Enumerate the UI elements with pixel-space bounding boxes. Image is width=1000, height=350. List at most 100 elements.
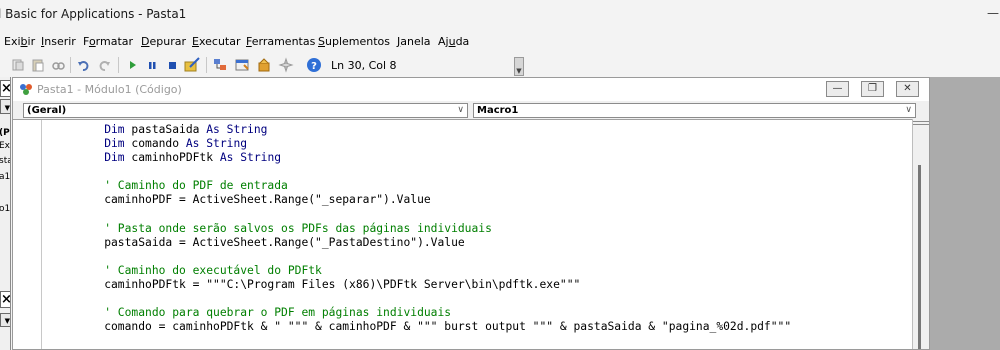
menu-accelerator-key: E: [192, 35, 199, 48]
code-window-title: Pasta1 - Módulo1 (Código): [37, 83, 182, 96]
menu-label-suffix: rmatar: [95, 35, 134, 48]
toolbar-separator: [118, 57, 119, 73]
object-combo[interactable]: (Geral) ∨: [23, 103, 468, 118]
menu-label-suffix: da: [455, 35, 470, 48]
project-node-label[interactable]: Exc: [0, 141, 10, 151]
design-mode-icon[interactable]: [184, 57, 200, 73]
reset-icon[interactable]: [164, 57, 180, 73]
object-combo-value: (Geral): [27, 105, 67, 116]
code-margin-indicator-bar[interactable]: [13, 120, 42, 349]
code-line[interactable]: [77, 292, 791, 306]
menu-accelerator-key: o: [88, 35, 96, 48]
code-window-restore-button[interactable]: ❐: [861, 81, 884, 97]
svg-text:?: ?: [311, 61, 317, 72]
code-window: Pasta1 - Módulo1 (Código) — ❐ ✕ (Geral) …: [12, 77, 930, 350]
help-icon[interactable]: ?: [306, 57, 322, 73]
chevron-down-icon[interactable]: ∨: [457, 104, 464, 117]
code-text: caminhoPDFtk: [131, 151, 220, 165]
panel-dropdown-chevron-icon[interactable]: ▼: [0, 99, 10, 114]
menu-item-executar[interactable]: Executar: [192, 35, 241, 48]
menu-label-suffix: xecutar: [198, 35, 241, 48]
module-icon: [18, 82, 34, 96]
menu-item-ferramentas[interactable]: Ferramentas: [246, 35, 315, 48]
code-line[interactable]: ' Pasta onde serão salvos os PDFs das pá…: [77, 222, 791, 236]
menu-item-exibir[interactable]: Exibir: [4, 35, 35, 48]
code-line[interactable]: pastaSaida = ActiveSheet.Range("_PastaDe…: [77, 236, 791, 250]
title-bar: l Basic for Applications - Pasta1 —: [0, 0, 1000, 30]
menu-item-janela[interactable]: Janela: [397, 35, 431, 48]
object-browser-icon[interactable]: [256, 57, 272, 73]
menu-label-suffix: nserir: [44, 35, 76, 48]
toolbar-separator: [70, 57, 71, 73]
menu-item-ajuda[interactable]: Ajuda: [438, 35, 469, 48]
code-line[interactable]: [77, 334, 791, 348]
code-line[interactable]: comando = caminhoPDFtk & " """ & caminho…: [77, 320, 791, 334]
menu-accelerator-key: b: [20, 35, 28, 48]
code-keyword: As String: [219, 151, 282, 165]
procedure-combo-value: Macro1: [477, 105, 519, 116]
project-node-label[interactable]: (P: [0, 128, 10, 138]
panel-close-button[interactable]: ×: [0, 80, 10, 97]
standard-toolbar: ? Ln 30, Col 8 ▼: [0, 53, 1000, 77]
menu-accelerator-key: S: [318, 35, 325, 48]
toolbar-separator: [206, 57, 207, 73]
run-icon[interactable]: [124, 57, 140, 73]
code-line[interactable]: Dim comando As String: [77, 137, 791, 151]
code-text: pastaSaida = ActiveSheet.Range("_PastaDe…: [77, 235, 465, 249]
project-node-label[interactable]: sta: [0, 156, 10, 166]
redo-icon[interactable]: [96, 57, 112, 73]
code-line[interactable]: ' Caminho do PDF de entrada: [77, 179, 791, 193]
toolbox-icon[interactable]: [278, 57, 294, 73]
menu-item-inserir[interactable]: Inserir: [41, 35, 76, 48]
undo-icon[interactable]: [76, 57, 92, 73]
menu-item-depurar[interactable]: Depurar: [141, 35, 186, 48]
chevron-down-icon[interactable]: ∨: [905, 104, 912, 117]
cut-icon[interactable]: [10, 57, 26, 73]
menu-label-suffix: anela: [400, 35, 431, 48]
code-line[interactable]: [77, 165, 791, 179]
window-minimize-button[interactable]: —: [986, 4, 1000, 24]
scrollbar-thumb[interactable]: [918, 165, 921, 349]
code-text: pastaSaida: [131, 123, 207, 136]
code-keyword: As String: [185, 137, 248, 151]
code-window-close-button[interactable]: ✕: [896, 81, 919, 97]
code-line[interactable]: ' Caminho do executável do PDFtk: [77, 264, 791, 278]
menu-label-suffix: erramentas: [251, 35, 316, 48]
project-explorer-icon[interactable]: [212, 57, 228, 73]
code-text: comando = caminhoPDFtk & " """ & caminho…: [77, 320, 792, 334]
code-comment: ' Executar o comando: [77, 349, 240, 350]
vba-editor-window: l Basic for Applications - Pasta1 — Exib…: [0, 0, 1000, 350]
paste-icon[interactable]: [30, 57, 46, 73]
break-icon[interactable]: [144, 57, 160, 73]
properties-dropdown-chevron-icon[interactable]: ▼: [0, 313, 10, 327]
menu-item-suplementos[interactable]: Suplementos: [318, 35, 390, 48]
menu-label-suffix: ir: [27, 35, 36, 48]
code-line[interactable]: caminhoPDF = ActiveSheet.Range("_separar…: [77, 193, 791, 207]
code-lines[interactable]: Dim pastaSaida As String Dim comando As …: [77, 123, 791, 349]
code-line[interactable]: [77, 208, 791, 222]
window-title: l Basic for Applications - Pasta1: [0, 7, 187, 21]
code-line[interactable]: caminhoPDFtk = """C:\Program Files (x86)…: [77, 278, 791, 292]
split-bar-handle[interactable]: [913, 121, 929, 125]
properties-close-button[interactable]: ×: [0, 291, 10, 308]
menu-item-formatar[interactable]: Formatar: [83, 35, 133, 48]
code-line[interactable]: ' Comando para quebrar o PDF em páginas …: [77, 306, 791, 320]
code-window-minimize-button[interactable]: —: [826, 81, 849, 97]
code-line[interactable]: Dim pastaSaida As String: [77, 123, 791, 137]
code-text: caminhoPDF = ActiveSheet.Range("_separar…: [77, 193, 431, 207]
find-icon[interactable]: [50, 57, 66, 73]
code-text: caminhoPDFtk = """C:\Program Files (x86)…: [77, 278, 581, 292]
code-editor[interactable]: Dim pastaSaida As String Dim comando As …: [13, 119, 913, 349]
code-line[interactable]: ' Executar o comando: [77, 349, 791, 350]
vertical-scrollbar[interactable]: [912, 119, 929, 349]
project-node-label[interactable]: o1: [0, 204, 10, 214]
code-window-title-bar[interactable]: Pasta1 - Módulo1 (Código) — ❐ ✕: [13, 78, 929, 101]
properties-icon[interactable]: [234, 57, 250, 73]
code-line[interactable]: [77, 250, 791, 264]
code-keyword: Dim: [77, 137, 132, 151]
code-line[interactable]: Dim caminhoPDFtk As String: [77, 151, 791, 165]
procedure-combo[interactable]: Macro1 ∨: [473, 103, 916, 118]
toolbar-options-chevron-icon[interactable]: ▼: [514, 57, 524, 76]
cursor-position-status: Ln 30, Col 8: [331, 59, 397, 72]
project-node-label[interactable]: a1: [0, 172, 10, 182]
